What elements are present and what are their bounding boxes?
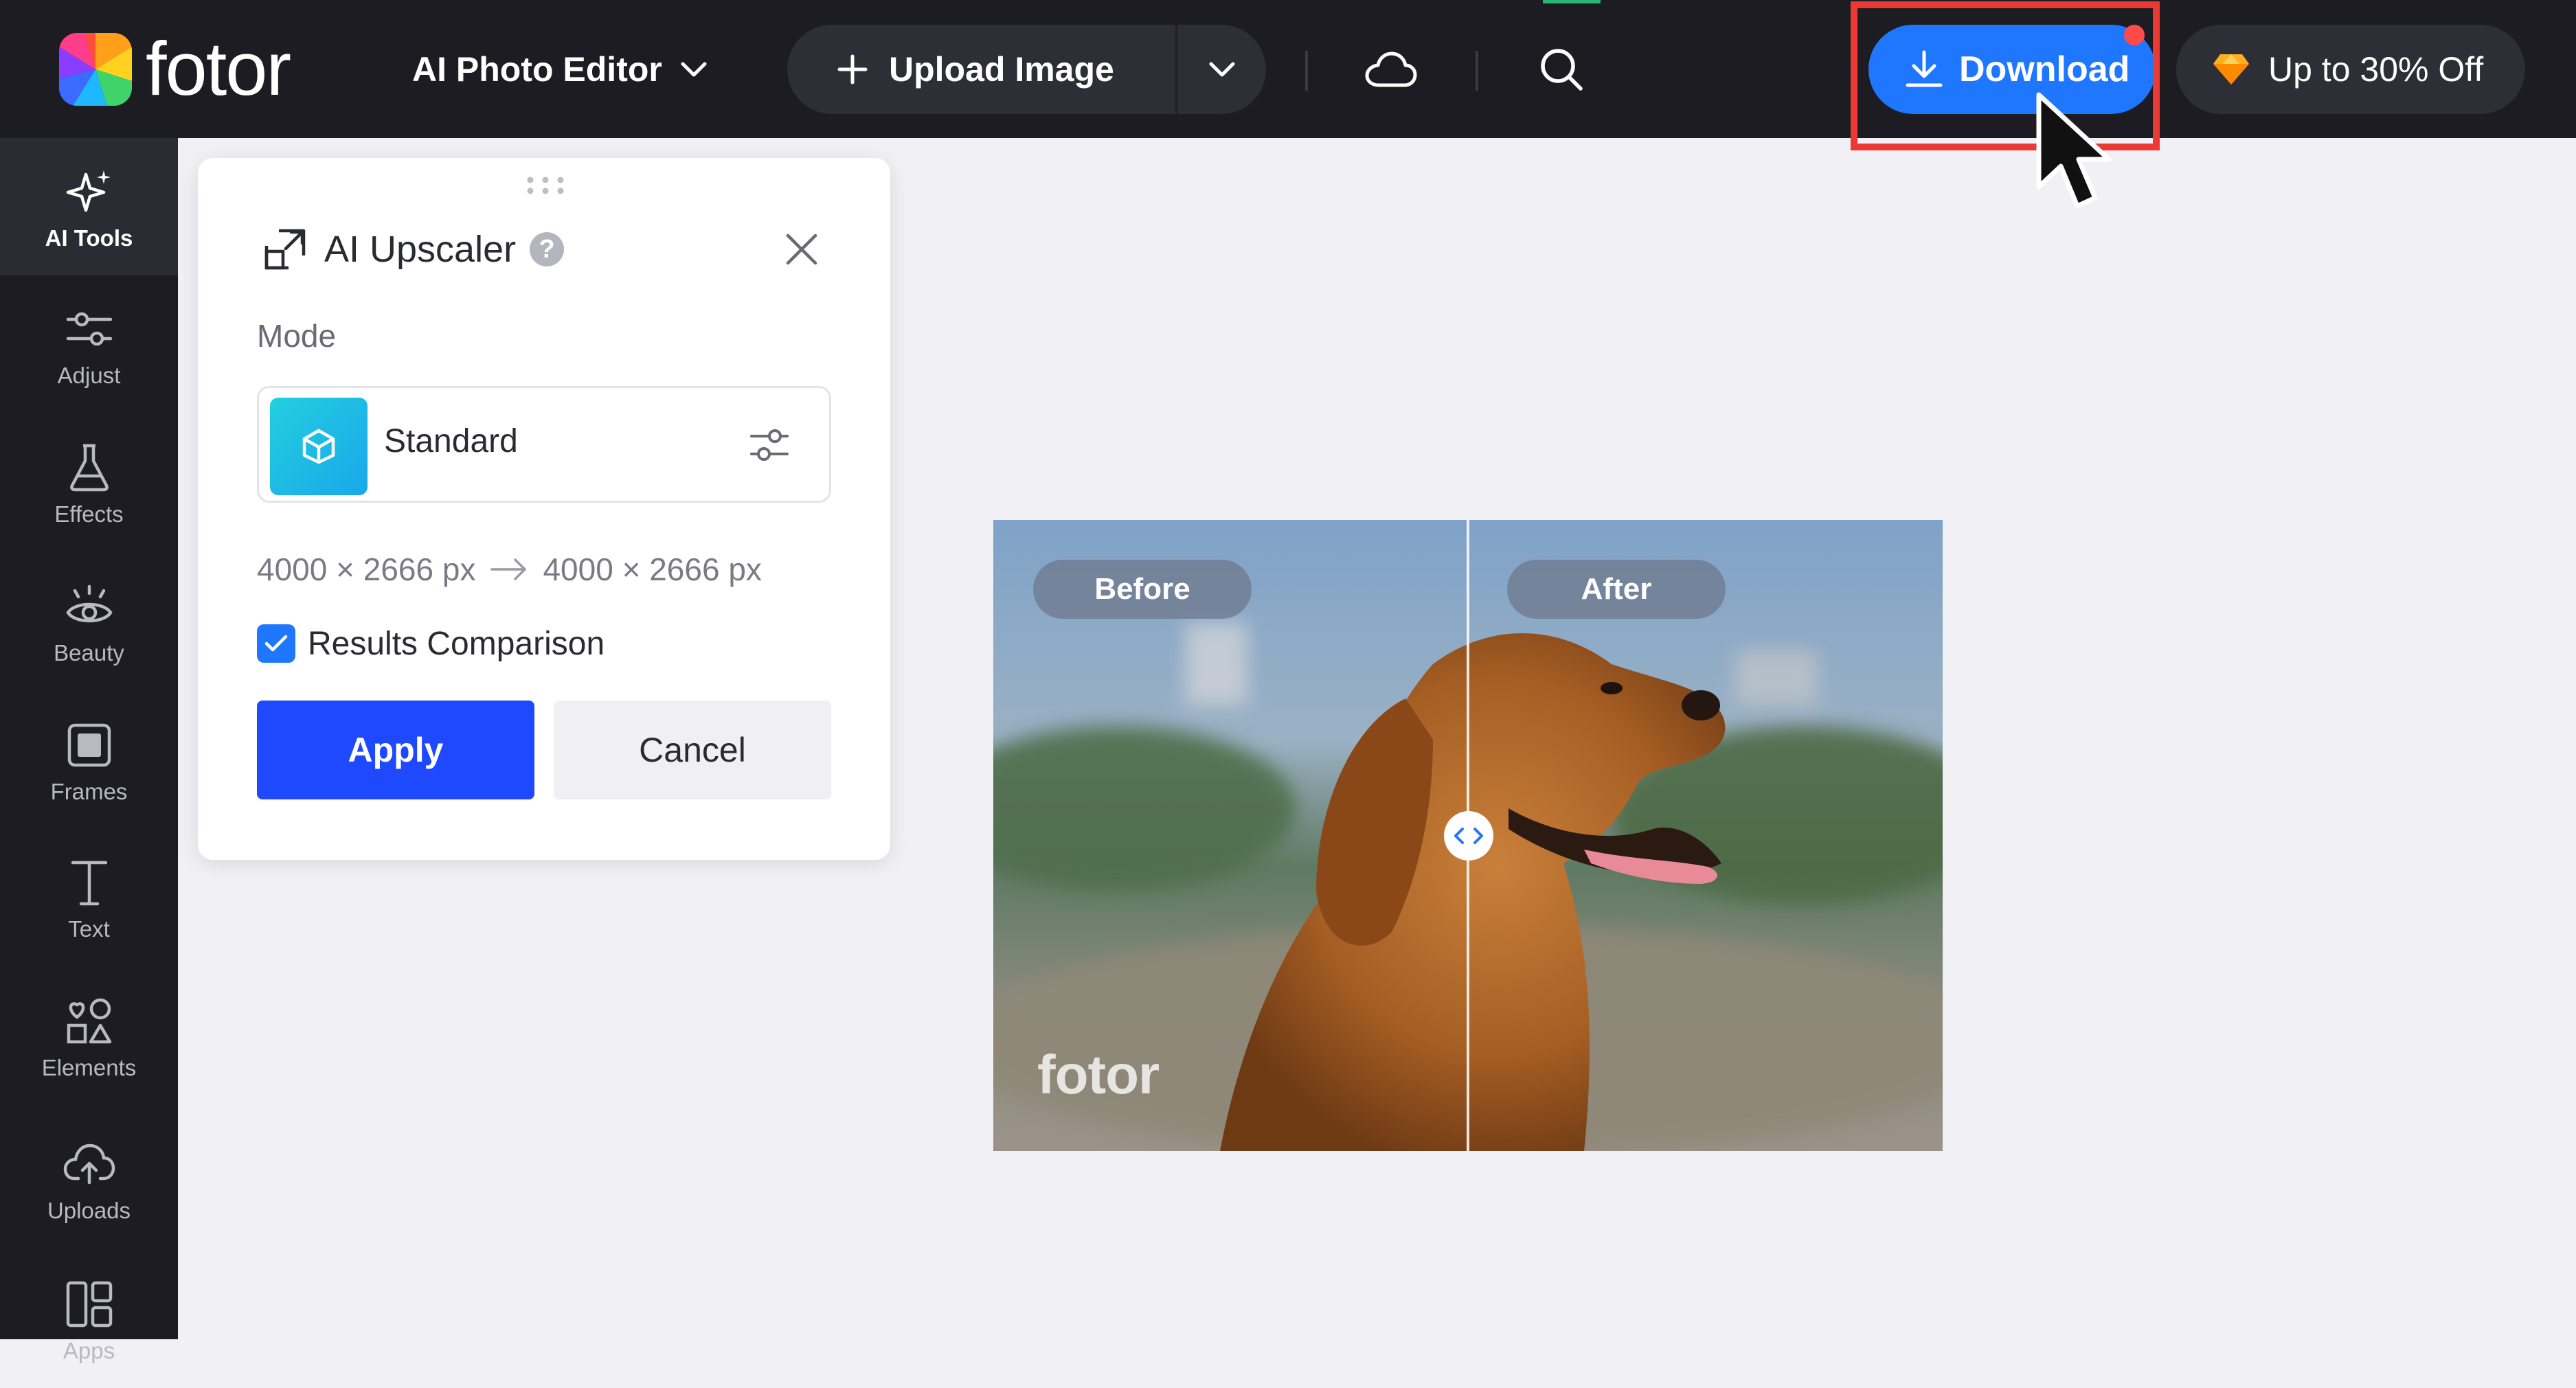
active-indicator	[1543, 0, 1601, 3]
search-button[interactable]	[1530, 38, 1592, 100]
dimensions-info: 4000 × 2666 px 4000 × 2666 px	[257, 547, 762, 592]
panel-title: AI Upscaler	[324, 229, 517, 270]
comparison-slider-handle[interactable]	[1444, 811, 1493, 861]
sidebar-item-apps[interactable]: Apps	[0, 1251, 178, 1388]
results-comparison-label: Results Comparison	[308, 625, 605, 662]
frame-icon	[67, 723, 111, 767]
mode-label: Mode	[257, 318, 337, 354]
arrow-right-icon	[490, 558, 527, 580]
sidebar-item-label: AI Tools	[45, 225, 133, 251]
left-sidebar: AI Tools Adjust Effects Beauty Frames Te…	[0, 138, 178, 1363]
canvas-photo[interactable]: Before After fotor	[993, 520, 1943, 1151]
upload-image-group: Upload Image	[787, 25, 1266, 114]
sliders-icon	[750, 429, 789, 461]
cancel-button[interactable]: Cancel	[554, 701, 831, 799]
eye-icon	[65, 584, 113, 623]
apply-button[interactable]: Apply	[257, 701, 534, 799]
dims-to: 4000 × 2666 px	[543, 551, 762, 587]
sidebar-item-label: Text	[68, 916, 110, 942]
drag-handle-icon[interactable]	[526, 176, 565, 195]
watermark-text: fotor	[1037, 1044, 1160, 1105]
promo-button[interactable]: Up to 30% Off	[2176, 25, 2525, 114]
toolbar-divider	[1476, 51, 1478, 91]
close-icon	[786, 234, 817, 265]
upload-image-button[interactable]: Upload Image	[787, 25, 1175, 114]
after-label: After	[1507, 560, 1726, 619]
chevron-left-right-icon	[1454, 828, 1483, 844]
plus-icon	[837, 54, 868, 84]
toolbar-divider	[1305, 51, 1308, 91]
sidebar-item-label: Elements	[41, 1055, 137, 1080]
sidebar-item-label: Uploads	[47, 1198, 131, 1223]
mode-selector[interactable]: Standard	[257, 386, 831, 503]
upscale-icon	[264, 229, 306, 270]
sidebar-item-elements[interactable]: Elements	[0, 968, 178, 1105]
cloud-button[interactable]	[1360, 38, 1422, 100]
sidebar-item-label: Beauty	[54, 640, 124, 665]
dims-from: 4000 × 2666 px	[257, 551, 476, 587]
cloud-upload-icon	[63, 1144, 115, 1185]
ai-upscaler-panel: AI Upscaler ? Mode Standard 4000 × 2666 …	[198, 158, 890, 860]
editor-mode-label: AI Photo Editor	[412, 50, 662, 89]
promo-label: Up to 30% Off	[2268, 50, 2484, 89]
diamond-icon	[2213, 54, 2249, 84]
fotor-logo[interactable]: fotor	[59, 27, 291, 111]
editor-mode-menu[interactable]: AI Photo Editor	[412, 40, 708, 99]
sidebar-item-beauty[interactable]: Beauty	[0, 553, 178, 690]
sparkle-icon	[66, 170, 111, 212]
shapes-icon	[67, 998, 111, 1044]
upload-image-label: Upload Image	[889, 50, 1114, 89]
sidebar-item-ai-tools[interactable]: AI Tools	[0, 138, 178, 275]
sidebar-item-text[interactable]: Text	[0, 829, 178, 966]
results-comparison-toggle[interactable]: Results Comparison	[257, 619, 605, 668]
before-label: Before	[1033, 560, 1252, 619]
chevron-down-icon	[681, 62, 707, 77]
search-icon	[1541, 49, 1583, 91]
logo-wordmark: fotor	[146, 27, 291, 111]
mouse-cursor-icon	[2036, 92, 2112, 209]
upload-options-button[interactable]	[1177, 25, 1266, 114]
sidebar-item-frames[interactable]: Frames	[0, 692, 178, 829]
sidebar-item-label: Adjust	[57, 363, 121, 388]
results-comparison-checkbox[interactable]	[257, 624, 295, 663]
top-bar: fotor AI Photo Editor Upload Image Downl…	[0, 0, 2576, 150]
cloud-icon	[1365, 52, 1417, 87]
sliders-icon	[66, 312, 112, 346]
panel-header: AI Upscaler ?	[264, 220, 565, 279]
fotor-logo-icon	[59, 33, 132, 106]
sidebar-item-label: Apps	[63, 1338, 115, 1363]
flask-icon	[69, 444, 109, 492]
sidebar-item-adjust[interactable]: Adjust	[0, 275, 178, 413]
mode-settings-button[interactable]	[741, 417, 798, 473]
cube-icon	[270, 398, 368, 495]
text-icon	[71, 861, 107, 906]
sidebar-item-effects[interactable]: Effects	[0, 414, 178, 551]
chevron-down-icon	[1209, 62, 1234, 77]
mode-value: Standard	[384, 423, 518, 459]
sidebar-item-label: Frames	[50, 779, 128, 804]
apps-icon	[66, 1281, 112, 1328]
close-button[interactable]	[776, 224, 827, 275]
sidebar-item-label: Effects	[54, 501, 124, 527]
sidebar-item-uploads[interactable]: Uploads	[0, 1111, 178, 1248]
checkmark-icon	[264, 635, 288, 652]
help-icon[interactable]: ?	[530, 232, 565, 266]
